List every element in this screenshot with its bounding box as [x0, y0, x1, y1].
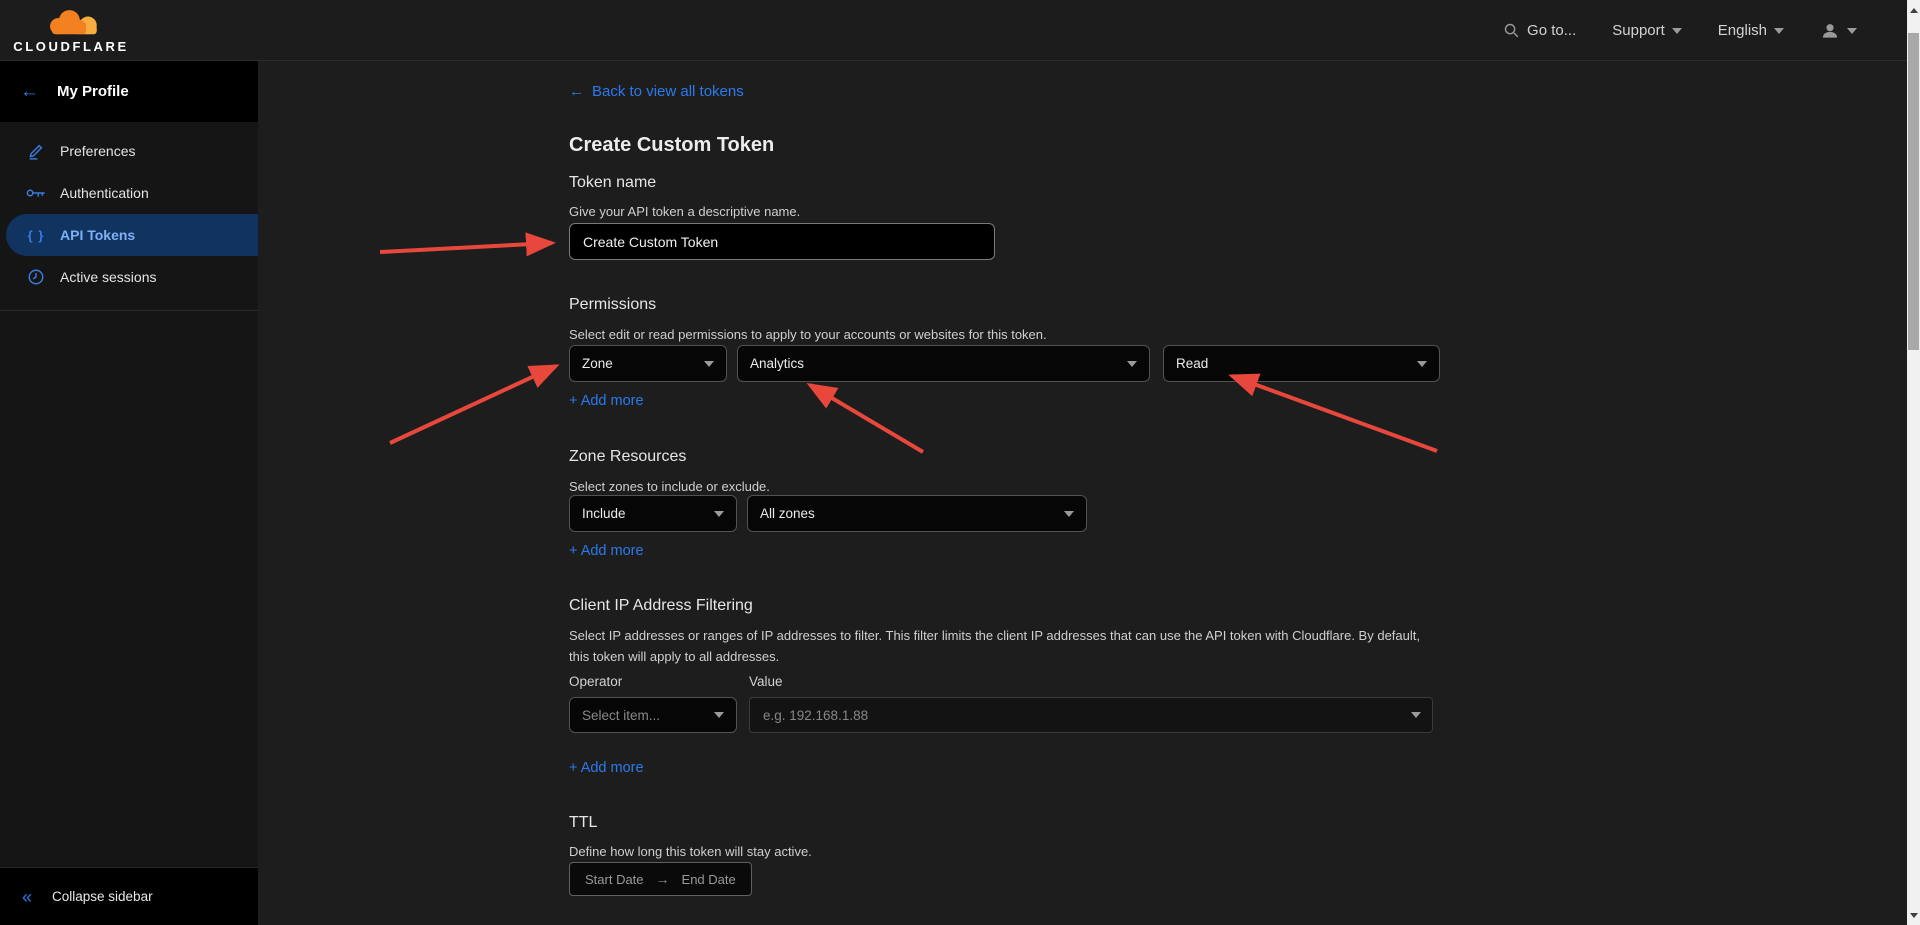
end-date-placeholder: End Date: [682, 872, 736, 887]
chevron-down-icon: [714, 712, 724, 718]
value-label: Value: [749, 674, 783, 689]
language-label: English: [1718, 22, 1767, 39]
logo-wordmark: CLOUDFLARE: [13, 39, 129, 54]
user-icon: [1820, 21, 1840, 41]
goto-search[interactable]: Go to...: [1503, 22, 1576, 39]
permissions-add-more-link[interactable]: + Add more: [569, 393, 644, 409]
scroll-up-arrow-icon[interactable]: [1910, 8, 1918, 13]
chevron-down-icon: [1064, 511, 1074, 517]
sidebar-item-active-sessions[interactable]: Active sessions: [0, 256, 258, 298]
ip-filtering-description: Select IP addresses or ranges of IP addr…: [569, 625, 1440, 667]
ip-filtering-heading: Client IP Address Filtering: [569, 597, 753, 615]
selected-value: Zone: [582, 356, 613, 371]
cloudflare-dashboard: CLOUDFLARE Go to... Support English ←: [0, 0, 1920, 925]
sidebar-item-label: Active sessions: [60, 269, 156, 285]
sidebar-title: My Profile: [57, 83, 129, 100]
permission-group-select[interactable]: Analytics: [737, 345, 1150, 382]
back-to-tokens-link[interactable]: ← Back to view all tokens: [569, 83, 744, 100]
ttl-heading: TTL: [569, 814, 597, 832]
back-link-label: Back to view all tokens: [592, 83, 744, 100]
chevron-down-icon: [714, 511, 724, 517]
chevron-down-icon: [1774, 28, 1784, 34]
language-menu[interactable]: English: [1718, 22, 1784, 39]
ip-filtering-add-more-link[interactable]: + Add more: [569, 760, 644, 776]
page-title: Create Custom Token: [569, 134, 774, 157]
token-name-input[interactable]: [569, 223, 995, 260]
braces-icon: { }: [26, 228, 46, 243]
chevron-down-icon: [1672, 28, 1682, 34]
header-actions: Go to... Support English: [1503, 0, 1857, 61]
sidebar-item-label: API Tokens: [60, 227, 135, 243]
key-icon: [26, 186, 46, 200]
sidebar-header: ← My Profile: [0, 61, 258, 122]
selected-value: Read: [1176, 356, 1208, 371]
permissions-heading: Permissions: [569, 296, 656, 314]
support-label: Support: [1612, 22, 1665, 39]
collapse-label: Collapse sidebar: [52, 889, 153, 904]
clock-icon: [26, 268, 46, 286]
scrollbar-thumb[interactable]: [1908, 33, 1919, 350]
permission-scope-select[interactable]: Zone: [569, 345, 727, 382]
chevron-down-icon: [1127, 361, 1137, 367]
chevron-down-icon: [1417, 361, 1427, 367]
sidebar-nav: Preferences Authentication { } API Token…: [0, 122, 258, 311]
ip-value-combobox: [749, 697, 1433, 733]
account-menu[interactable]: [1820, 21, 1857, 41]
operator-placeholder: Select item...: [582, 708, 660, 723]
chevron-down-icon: [704, 361, 714, 367]
sidebar-item-preferences[interactable]: Preferences: [0, 130, 258, 172]
arrow-right-icon: →: [656, 871, 670, 887]
collapse-icon: «: [22, 888, 32, 906]
ip-value-input[interactable]: [749, 697, 1433, 733]
page-scrollbar[interactable]: [1907, 0, 1920, 925]
ttl-description: Define how long this token will stay act…: [569, 841, 812, 862]
chevron-down-icon: [1847, 28, 1857, 34]
chevron-down-icon: [1411, 712, 1421, 718]
back-arrow-icon[interactable]: ←: [20, 82, 39, 101]
cloudflare-cloud-icon: [42, 8, 100, 38]
cloudflare-logo[interactable]: CLOUDFLARE: [16, 4, 126, 58]
permissions-description: Select edit or read permissions to apply…: [569, 324, 1047, 345]
token-name-description: Give your API token a descriptive name.: [569, 201, 800, 222]
zone-resources-heading: Zone Resources: [569, 448, 686, 466]
token-name-heading: Token name: [569, 174, 656, 192]
sidebar-item-api-tokens[interactable]: { } API Tokens: [6, 214, 258, 256]
selected-value: Include: [582, 506, 626, 521]
ttl-date-range-picker[interactable]: Start Date → End Date: [569, 862, 752, 896]
top-nav-bar: CLOUDFLARE Go to... Support English: [0, 0, 1907, 61]
ip-operator-select[interactable]: Select item...: [569, 697, 737, 733]
back-arrow-icon: ←: [569, 83, 584, 100]
selected-value: All zones: [760, 506, 815, 521]
search-icon: [1503, 22, 1520, 39]
zone-resources-description: Select zones to include or exclude.: [569, 476, 770, 497]
sidebar-item-authentication[interactable]: Authentication: [0, 172, 258, 214]
goto-label: Go to...: [1527, 22, 1576, 39]
support-menu[interactable]: Support: [1612, 22, 1682, 39]
sidebar-item-label: Preferences: [60, 143, 135, 159]
selected-value: Analytics: [750, 356, 804, 371]
start-date-placeholder: Start Date: [585, 872, 644, 887]
main-content: ← Back to view all tokens Create Custom …: [258, 61, 1907, 925]
sidebar: ← My Profile Preferences Authentication …: [0, 61, 258, 925]
zone-target-select[interactable]: All zones: [747, 495, 1087, 532]
scroll-down-arrow-icon[interactable]: [1910, 913, 1918, 918]
zone-resources-add-more-link[interactable]: + Add more: [569, 543, 644, 559]
permission-access-select[interactable]: Read: [1163, 345, 1440, 382]
operator-label: Operator: [569, 674, 622, 689]
pencil-icon: [26, 142, 46, 160]
collapse-sidebar-button[interactable]: « Collapse sidebar: [0, 867, 258, 925]
zone-include-select[interactable]: Include: [569, 495, 737, 532]
sidebar-item-label: Authentication: [60, 185, 149, 201]
